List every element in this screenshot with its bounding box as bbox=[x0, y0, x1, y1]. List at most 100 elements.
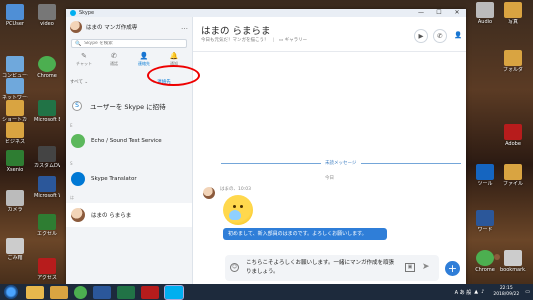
video-call-button[interactable]: ▶ bbox=[414, 29, 428, 43]
taskbar-app-folder[interactable] bbox=[50, 285, 68, 299]
contact-hamano[interactable]: はまの らまらま bbox=[66, 203, 192, 227]
date-separator: 今日 bbox=[325, 176, 334, 181]
more-options-icon[interactable]: … bbox=[181, 23, 188, 31]
desktop-icon-computer[interactable]: コンピューター bbox=[2, 56, 28, 79]
desktop-icon-bookmark[interactable]: bookmark.html bbox=[500, 250, 526, 273]
taskbar: A あ 般 ▲ ♪ 22:15 2018/09/22 ▭ bbox=[0, 284, 533, 300]
close-button[interactable]: ✕ bbox=[448, 9, 466, 17]
desktop-icon-excel[interactable]: Microsoft Excel bbox=[34, 100, 60, 123]
desktop-icon-xsenio[interactable]: Xsenio bbox=[2, 150, 28, 173]
desktop-icon-user[interactable]: PCUser bbox=[2, 4, 28, 27]
profile[interactable]: はまの マンガ作成専 … bbox=[66, 17, 192, 37]
contact-name: Echo / Sound Test Service bbox=[91, 138, 162, 144]
desktop-icon-access[interactable]: アクセス bbox=[34, 258, 60, 281]
message-input[interactable]: こちらこそよろしくお願いします。一緒にマンガ作成を頑張りましょう。 bbox=[246, 259, 396, 279]
gallery-icon: ▭ bbox=[278, 38, 284, 43]
add-content-button[interactable]: + bbox=[445, 261, 460, 276]
gallery-link[interactable]: ギャラリー bbox=[285, 38, 308, 43]
desktop-icon-word[interactable]: Microsoft Word bbox=[34, 176, 60, 199]
desktop-icon-shortcut[interactable]: ショートカット bbox=[2, 100, 28, 123]
notification-icon[interactable]: ▭ bbox=[525, 289, 530, 295]
chat-subtitle: 今日も元気だ！マンガを描こう！ | ▭ ギャラリー bbox=[201, 37, 307, 43]
search-box[interactable]: 🔍 bbox=[71, 39, 187, 48]
filter-dropdown[interactable]: すべて ⌄ bbox=[70, 79, 88, 85]
start-button[interactable] bbox=[4, 285, 18, 299]
skype-logo-icon bbox=[70, 10, 76, 16]
tab-calls[interactable]: ✆ 通話 bbox=[99, 52, 129, 70]
tab-label: 連絡先 bbox=[138, 61, 150, 66]
taskbar-app-excel[interactable] bbox=[117, 285, 135, 299]
audio-icon bbox=[476, 2, 494, 18]
tab-chats[interactable]: ✎ チャット bbox=[69, 52, 99, 70]
desktop-icon-dvd[interactable]: カスタムDVD bbox=[34, 146, 60, 169]
desktop-icon-video[interactable]: video bbox=[34, 4, 60, 27]
message-bubble[interactable]: 初めまして、新入部員のはまのです。よろしくお願いします。 bbox=[223, 228, 387, 240]
window-title: Skype bbox=[79, 10, 95, 16]
maximize-button[interactable]: ☐ bbox=[430, 9, 448, 17]
desktop-icon-adobe[interactable]: Adobe bbox=[500, 124, 526, 147]
invite-label: ユーザーを Skype に招待 bbox=[90, 103, 166, 111]
folder-icon bbox=[6, 4, 24, 20]
minimize-button[interactable]: — bbox=[412, 9, 430, 17]
sidebar: はまの マンガ作成専 … 🔍 ✎ チャット ✆ 通話 👤 連絡先 🔔 通知 bbox=[66, 17, 193, 284]
chat-pane: はまの らまらま 今日も元気だ！マンガを描こう！ | ▭ ギャラリー ▶ ✆ 👤… bbox=[193, 17, 500, 284]
audio-call-button[interactable]: ✆ bbox=[433, 29, 447, 43]
skype-window: Skype — ☐ ✕ はまの マンガ作成専 … 🔍 ✎ チャット ✆ 通話 👤 bbox=[66, 9, 500, 284]
desktop-icon-business[interactable]: ビジネス bbox=[2, 122, 28, 145]
send-icon[interactable]: ➤ bbox=[422, 262, 430, 272]
avatar bbox=[71, 134, 85, 148]
unread-separator: 未読メッセージ bbox=[221, 160, 461, 166]
image-attach-icon[interactable]: ▣ bbox=[405, 263, 415, 272]
network-icon[interactable]: ▲ bbox=[474, 289, 478, 295]
computer-icon bbox=[6, 56, 24, 72]
desktop-icon-tools[interactable]: ツール bbox=[472, 164, 498, 187]
add-participant-button[interactable]: 👤 bbox=[451, 29, 465, 43]
volume-icon[interactable]: ♪ bbox=[481, 289, 484, 295]
spreadsheet-icon bbox=[38, 214, 56, 230]
desktop-icon-word-doc[interactable]: ワード bbox=[472, 210, 498, 233]
taskbar-app-explorer[interactable] bbox=[26, 285, 44, 299]
search-icon: 🔍 bbox=[75, 40, 82, 47]
desktop-icon-chrome[interactable]: Chrome bbox=[34, 56, 60, 79]
section-header-e: E bbox=[70, 123, 73, 128]
taskbar-app-acrobat[interactable] bbox=[141, 285, 159, 299]
invite-to-skype[interactable]: S ユーザーを Skype に招待 bbox=[72, 101, 166, 111]
tools-icon bbox=[476, 164, 494, 180]
taskbar-app-word[interactable] bbox=[93, 285, 111, 299]
desktop-icon-network[interactable]: ネットワーク bbox=[2, 78, 28, 101]
video-camera-icon: ▶ bbox=[418, 32, 424, 40]
desktop-icon-audio[interactable]: Audio bbox=[472, 2, 498, 25]
section-header-s: S bbox=[70, 161, 73, 166]
desktop-icon-recycle-bin[interactable]: ごみ箱 bbox=[2, 238, 28, 261]
ime-indicator[interactable]: A あ 般 bbox=[455, 289, 472, 296]
chrome-icon bbox=[476, 250, 494, 266]
phone-icon: ✆ bbox=[437, 32, 443, 40]
desktop-icon-excel-shortcut[interactable]: エクセル bbox=[34, 214, 60, 237]
pdf-icon bbox=[504, 124, 522, 140]
chrome-icon bbox=[38, 56, 56, 72]
tab-label: チャット bbox=[76, 61, 92, 66]
contact-echo[interactable]: Echo / Sound Test Service bbox=[66, 129, 192, 153]
unread-label: 未読メッセージ bbox=[323, 160, 359, 166]
bell-icon: 🔔 bbox=[169, 52, 179, 60]
clock[interactable]: 22:15 2018/09/22 bbox=[493, 286, 519, 298]
search-input[interactable] bbox=[84, 41, 175, 46]
taskbar-app-chrome[interactable] bbox=[74, 285, 87, 299]
system-tray: A あ 般 ▲ ♪ 22:15 2018/09/22 ▭ bbox=[455, 286, 533, 298]
contact-name: はまの らまらま bbox=[91, 213, 132, 219]
desktop-icon-photos[interactable]: 写真 bbox=[500, 2, 526, 25]
chat-title[interactable]: はまの らまらま bbox=[201, 23, 271, 37]
contact-skype-translator[interactable]: Skype Translator bbox=[66, 167, 192, 191]
desktop-icon-chrome-right[interactable]: Chrome bbox=[472, 250, 498, 273]
desktop-icon-camera[interactable]: カメラ bbox=[2, 190, 28, 213]
desktop-icon-files[interactable]: ファイル bbox=[500, 164, 526, 187]
database-icon bbox=[38, 258, 56, 274]
emoticon-button[interactable]: ☺ bbox=[230, 263, 239, 272]
desktop-icon-folder[interactable]: フォルダ bbox=[500, 50, 526, 73]
tab-label: 通話 bbox=[110, 61, 118, 66]
avatar[interactable] bbox=[203, 187, 215, 199]
avatar[interactable] bbox=[70, 21, 82, 33]
taskbar-app-skype[interactable] bbox=[164, 284, 184, 300]
dvd-icon bbox=[38, 146, 56, 162]
title-bar[interactable]: Skype — ☐ ✕ bbox=[66, 9, 466, 17]
